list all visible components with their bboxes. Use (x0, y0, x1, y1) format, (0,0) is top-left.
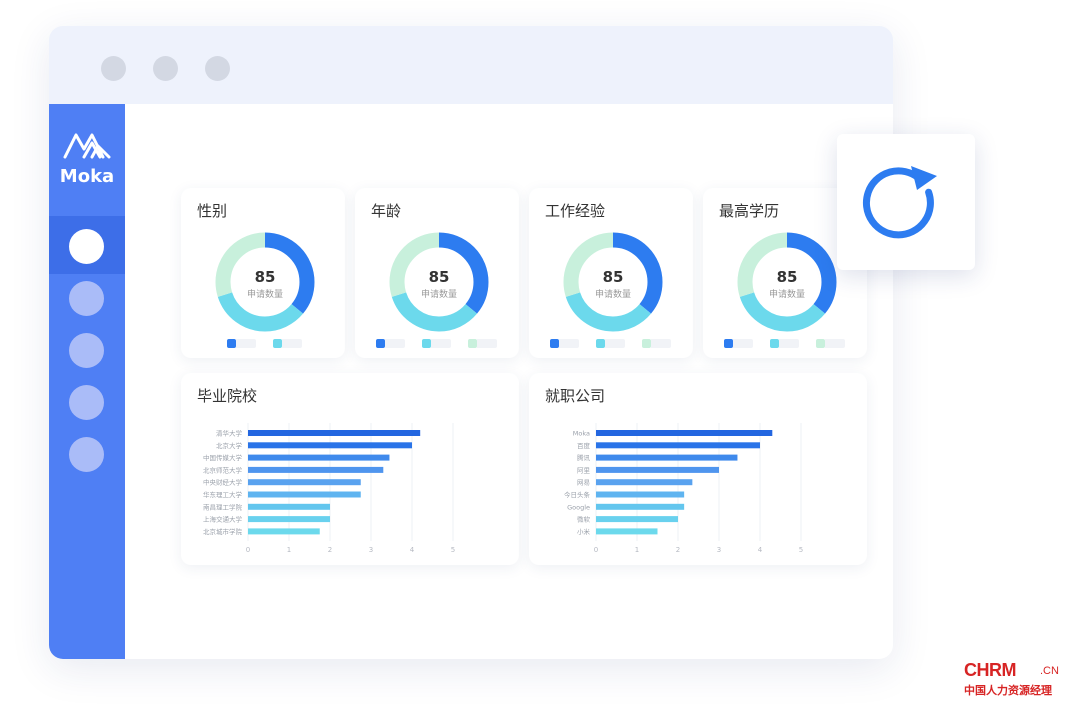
bar (596, 491, 685, 498)
refresh-card[interactable] (837, 134, 975, 270)
category-label: 微软 (577, 515, 591, 524)
category-label: Moka (573, 430, 590, 438)
legend-item (376, 339, 406, 348)
watermark-main: CHRM (964, 660, 1017, 680)
x-tick-label: 5 (451, 546, 455, 554)
x-tick-label: 2 (328, 546, 332, 554)
category-label: 清华大学 (216, 429, 243, 438)
donut-card-age: 年龄 85 申请数量 (355, 188, 519, 358)
sidebar: Moka (49, 104, 125, 659)
donut-subtitle: 申请数量 (420, 290, 457, 300)
legend-item (227, 339, 257, 348)
watermark-sub: 中国人力资源经理 (964, 684, 1052, 697)
x-tick-label: 0 (246, 546, 250, 554)
category-label: 腾讯 (577, 453, 591, 462)
bar (248, 479, 361, 486)
sidebar-item-3[interactable] (69, 333, 104, 368)
donut-subtitle: 申请数量 (246, 290, 283, 300)
bar-card-schools: 毕业院校 0 1 2 3 4 5 清华大学北京大学中国传媒大学 北京师范大学 中央财经大学 华东理… (181, 373, 519, 565)
bar (596, 442, 760, 449)
legend-item (550, 339, 580, 348)
bar (248, 430, 421, 436)
watermark-suffix: .CN (1040, 665, 1059, 677)
sidebar-item-2[interactable] (69, 281, 104, 316)
bar (248, 491, 361, 498)
legend-item (816, 339, 846, 348)
donut-subtitle: 申请数量 (594, 290, 631, 300)
bar (596, 479, 693, 486)
legend-item (770, 339, 800, 348)
bar (248, 442, 412, 449)
x-tick-label: 1 (287, 546, 291, 554)
x-tick-label: 3 (717, 546, 721, 554)
category-label: 北京大学 (216, 441, 243, 450)
sidebar-item-4[interactable] (69, 385, 104, 420)
bar (596, 466, 719, 473)
card-title: 就职公司 (545, 387, 606, 405)
bar (248, 466, 384, 473)
window-titlebar (49, 26, 893, 104)
category-label: 中国传媒大学 (203, 453, 243, 462)
x-tick-label: 4 (410, 546, 415, 554)
category-label: 小米 (577, 527, 591, 536)
donut-card-gender: 性别 85 申请数量 (181, 188, 345, 358)
category-label: 中央财经大学 (203, 478, 243, 487)
moka-logo-icon (63, 133, 111, 159)
window-control-minimize[interactable] (153, 56, 178, 81)
sidebar-item-1[interactable] (69, 229, 104, 264)
card-title: 毕业院校 (197, 387, 258, 405)
donut-value: 85 (602, 268, 624, 286)
bar (248, 528, 320, 535)
card-title: 年龄 (371, 202, 402, 220)
donut-card-experience: 工作经验 85 申请数量 (529, 188, 693, 358)
bar (596, 503, 685, 510)
bar (248, 503, 330, 510)
category-label: 阿里 (577, 465, 591, 474)
x-tick-label: 4 (758, 546, 763, 554)
category-label: 北京城市学院 (203, 527, 243, 536)
donut-value: 85 (428, 268, 450, 286)
category-label: 百度 (577, 441, 591, 450)
logo-text: Moka (59, 166, 115, 187)
donut-value: 85 (254, 268, 276, 286)
donut-subtitle: 申请数量 (768, 290, 805, 300)
bar-chart-schools: 0 1 2 3 4 5 清华大学北京大学中国传媒大学北京师范大学中央财经大学华东理工大学南昌… (203, 423, 455, 554)
x-tick-label: 3 (369, 546, 373, 554)
category-label: 南昌理工学院 (203, 502, 243, 511)
card-title: 性别 (197, 202, 228, 220)
window-control-close[interactable] (101, 56, 126, 81)
legend-item (273, 339, 303, 348)
category-label: Google (567, 503, 590, 511)
window-control-maximize[interactable] (205, 56, 230, 81)
legend-item (468, 339, 498, 348)
legend-item (642, 339, 672, 348)
bar (248, 454, 390, 461)
moka-logo[interactable]: Moka (49, 128, 125, 187)
category-label: 北京师范大学 (203, 465, 243, 474)
x-tick-label: 2 (676, 546, 680, 554)
bar (596, 430, 773, 436)
x-tick-label: 0 (594, 546, 598, 554)
sidebar-item-5[interactable] (69, 437, 104, 472)
legend-item (724, 339, 754, 348)
legend-item (422, 339, 452, 348)
bar (596, 516, 678, 523)
card-title: 最高学历 (719, 202, 780, 220)
x-tick-label: 5 (799, 546, 803, 554)
refresh-icon[interactable] (837, 134, 975, 270)
legend-item (596, 339, 626, 348)
donut-value: 85 (776, 268, 798, 286)
bar (248, 516, 330, 523)
x-tick-label: 1 (635, 546, 639, 554)
category-label: 网易 (577, 479, 590, 487)
category-label: 今日头条 (564, 490, 591, 499)
card-title: 工作经验 (545, 202, 606, 220)
chrm-watermark: CHRM .CN 中国人力资源经理 (964, 660, 1064, 700)
bar (596, 454, 738, 461)
bar-card-companies: 就职公司 0 1 2 3 4 5 Moka 百度腾讯阿里网易今日头条 Google 微软小米 (529, 373, 867, 565)
category-label: 上海交通大学 (203, 515, 243, 524)
bar-chart-companies: 0 1 2 3 4 5 Moka 百度腾讯阿里网易今日头条 Google 微软小米 (564, 423, 803, 554)
category-label: 华东理工大学 (203, 490, 243, 499)
bar (596, 528, 658, 535)
